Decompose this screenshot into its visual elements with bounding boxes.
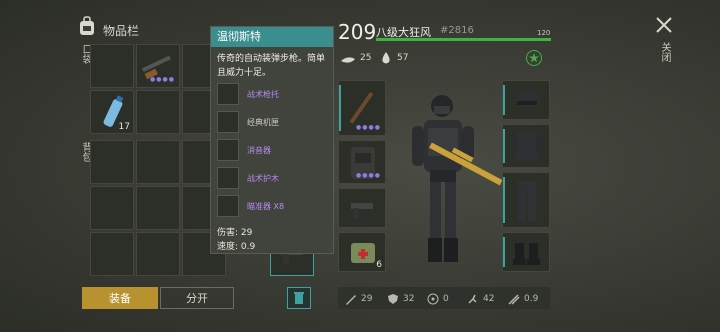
inventory-slot[interactable] — [90, 44, 134, 88]
weapon-slot-secondary[interactable] — [338, 188, 386, 228]
player-id: #2816 — [440, 25, 474, 36]
item-count: 6 — [376, 260, 382, 270]
inventory-slot[interactable] — [90, 232, 134, 276]
mod-label: 消音器 — [247, 146, 271, 155]
attack-value: 29 — [361, 294, 373, 304]
inventory-slot[interactable] — [136, 186, 180, 230]
helmet-slot[interactable] — [502, 80, 550, 120]
mod-label: 瞄准器 X8 — [247, 202, 285, 211]
split-button[interactable]: 分开 — [160, 287, 234, 309]
medkit-slot[interactable]: 6 — [338, 232, 386, 272]
receiver-icon — [217, 111, 239, 133]
close-icon — [656, 17, 672, 33]
speed-value: 42 — [483, 294, 495, 304]
mod-row: 战术护木 — [217, 167, 327, 191]
defense-value: 32 — [403, 294, 415, 304]
xp-bar-fill — [376, 38, 551, 41]
mod-label: 战术枪托 — [247, 90, 279, 99]
handguard-icon — [217, 167, 239, 189]
radiation-icon — [427, 293, 439, 305]
defense-stat: 32 — [387, 292, 414, 306]
inventory-slot-water[interactable]: 17 — [90, 90, 134, 134]
scope-icon — [217, 195, 239, 217]
water-value: 57 — [397, 53, 409, 63]
mod-row: 消音器 — [217, 139, 327, 163]
food-icon — [340, 51, 356, 63]
mod-row: 战术枪托 — [217, 83, 327, 107]
radiation-stat: 0 — [427, 292, 449, 306]
mod-row: 经典机匣 — [217, 111, 327, 135]
attack-icon — [346, 295, 356, 305]
pants-slot[interactable] — [502, 172, 550, 228]
backpack-slot[interactable]: ●●●● — [338, 140, 386, 184]
tooltip-title: 温彻斯特 — [211, 27, 333, 47]
close-button[interactable] — [653, 14, 675, 36]
water-icon — [380, 50, 392, 64]
mod-label: 战术护木 — [247, 174, 279, 183]
rate-value: 0.9 — [524, 294, 539, 304]
mod-label: 经典机匣 — [247, 118, 279, 127]
boots-icon — [513, 243, 540, 265]
inventory-slot[interactable] — [90, 186, 134, 230]
stock-icon — [217, 83, 239, 105]
pistol-equip-icon — [351, 203, 373, 218]
inventory-slot[interactable] — [136, 140, 180, 184]
item-tooltip: 温彻斯特 传奇的自动装弹步枪。简单且威力十足。 战术枪托 经典机匣 消音器 战术… — [210, 26, 334, 254]
inventory-slot[interactable] — [90, 140, 134, 184]
player-level: 209 — [338, 20, 377, 44]
backpack-icon — [78, 16, 96, 36]
inventory-slot-shotgun[interactable]: ●●●● — [136, 44, 180, 88]
rate-stat: 0.9 — [508, 292, 538, 306]
shield-icon — [388, 294, 398, 304]
mod-row: 瞄准器 X8 — [217, 195, 327, 219]
item-count: 17 — [118, 122, 130, 132]
food-value: 25 — [360, 53, 372, 63]
xp-value: 120 — [537, 29, 551, 37]
star-icon — [529, 53, 539, 63]
speed-stat-bar: 42 — [467, 292, 494, 306]
equip-button[interactable]: 装备 — [82, 287, 158, 309]
rate-icon — [508, 294, 520, 305]
inventory-slot[interactable] — [136, 232, 180, 276]
vest-icon — [512, 133, 542, 161]
silencer-icon — [217, 139, 239, 161]
boots-slot[interactable] — [502, 232, 550, 272]
inventory-slot[interactable] — [136, 90, 180, 134]
trash-button[interactable] — [287, 287, 311, 309]
inventory-title: 物品栏 — [103, 24, 140, 38]
player-character — [400, 92, 510, 272]
armor-slot[interactable] — [502, 124, 550, 168]
weapon-slot-primary[interactable]: ●●●● — [338, 80, 386, 136]
close-label[interactable]: 关闭 — [657, 42, 672, 62]
speed-stat: 速度: 0.9 — [217, 242, 256, 252]
attack-stat: 29 — [345, 292, 372, 306]
trash-icon — [294, 292, 304, 304]
tooltip-description: 传奇的自动装弹步枪。简单且威力十足。 — [217, 54, 326, 78]
radiation-value: 0 — [443, 294, 449, 304]
star-badge-button[interactable] — [526, 50, 542, 66]
helmet-icon — [515, 89, 539, 107]
xp-bar — [376, 38, 551, 41]
run-icon — [468, 294, 477, 304]
damage-stat: 伤害: 29 — [217, 228, 253, 238]
pants-icon — [518, 181, 536, 221]
